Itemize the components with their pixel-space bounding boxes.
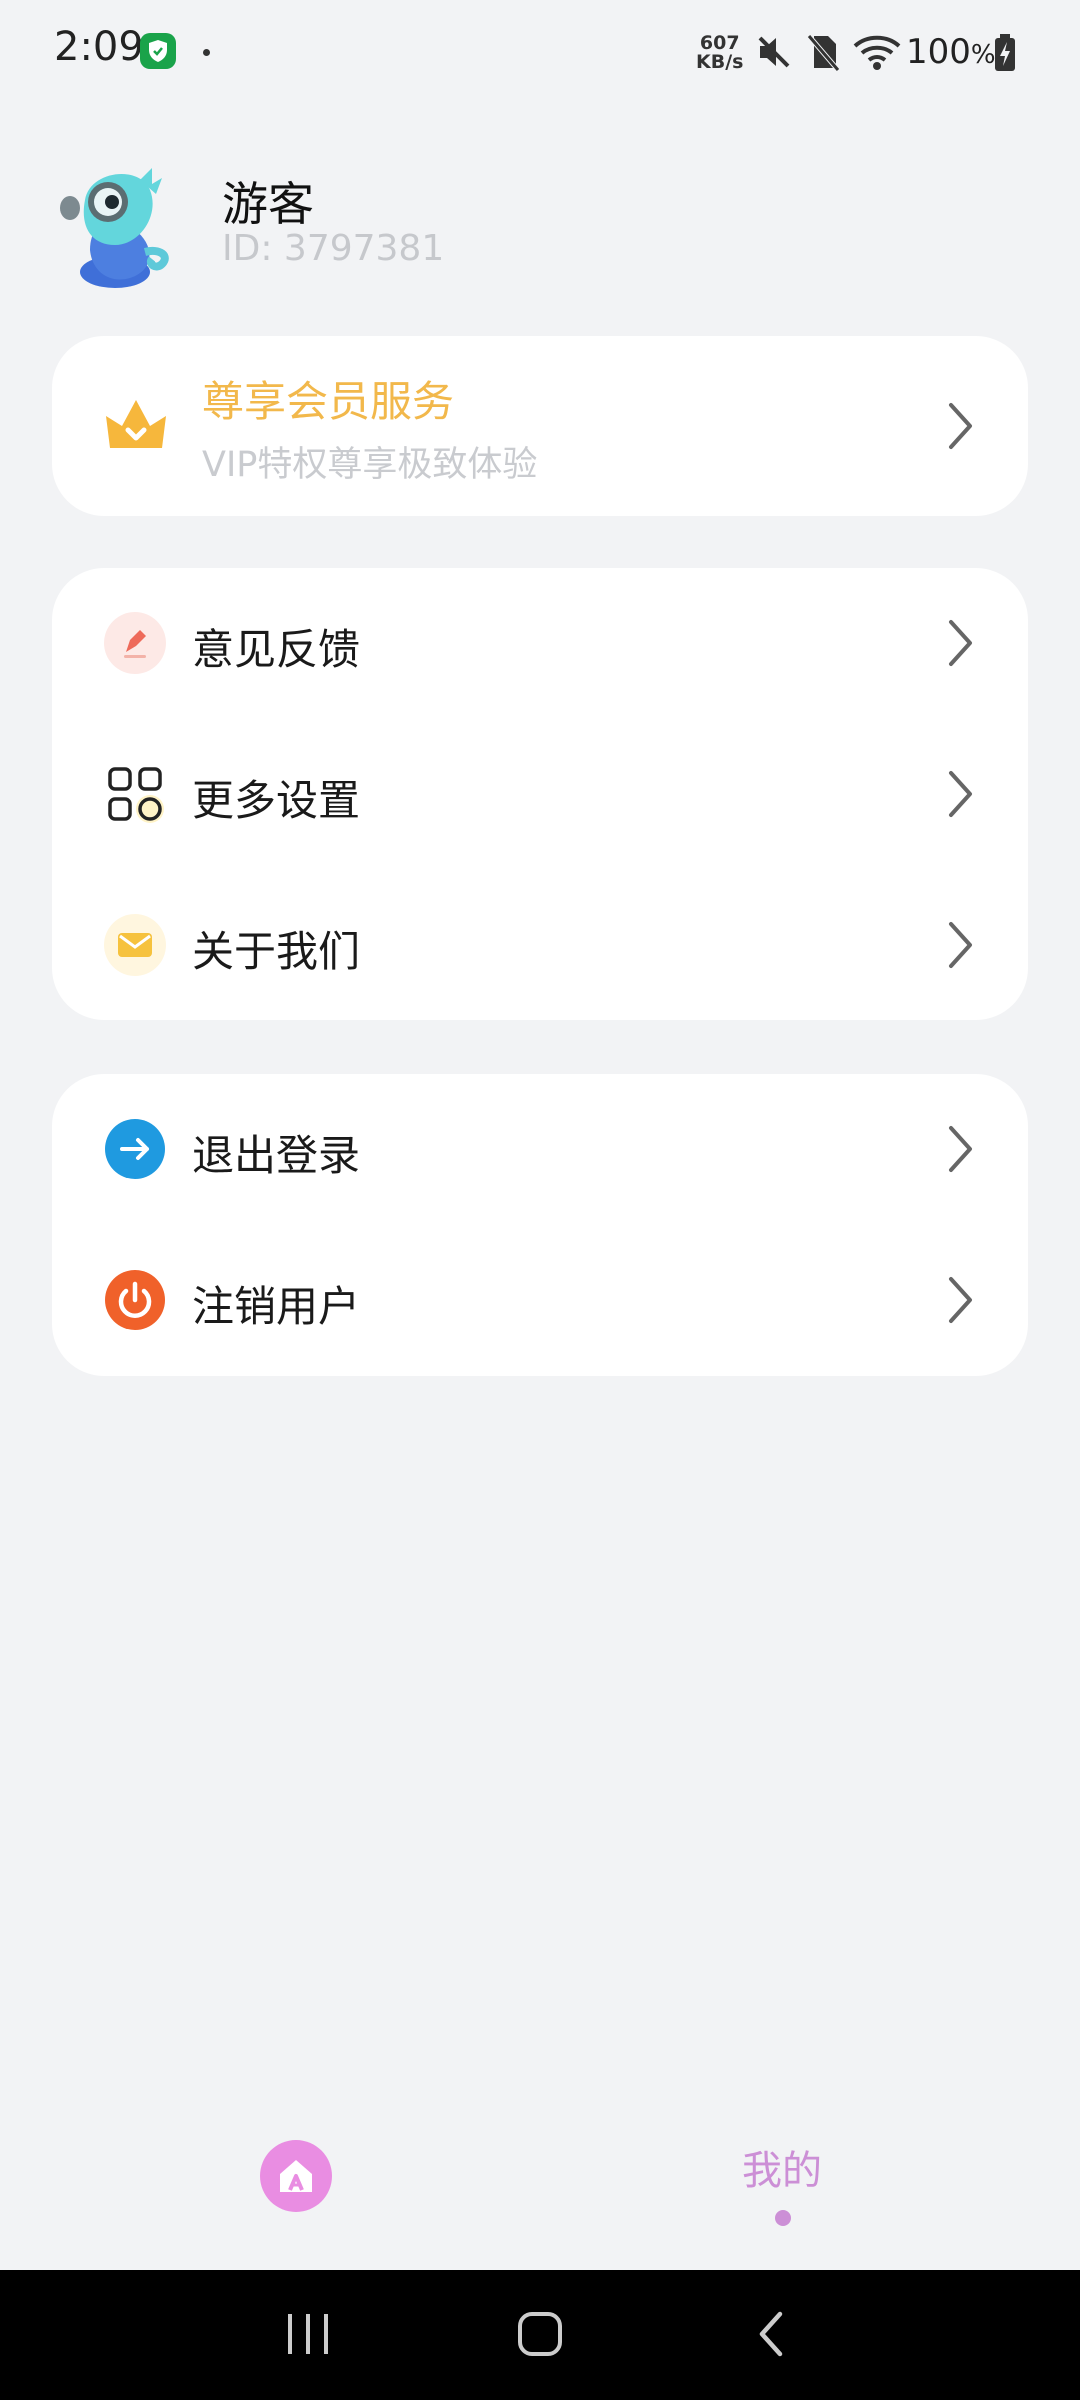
home-icon[interactable]: [516, 2308, 564, 2360]
menu-item-feedback[interactable]: 意见反馈: [52, 568, 1028, 718]
mute-icon: [758, 36, 790, 68]
menu-item-about-us[interactable]: 关于我们: [52, 870, 1028, 1020]
back-icon[interactable]: [752, 2308, 792, 2360]
crown-icon: [106, 400, 166, 448]
vip-membership-card[interactable]: 尊享会员服务 VIP特权尊享极致体验: [52, 336, 1028, 516]
wifi-icon: [853, 35, 901, 70]
no-sim-icon: [807, 34, 840, 72]
feedback-icon: [104, 612, 166, 674]
menu-item-delete-account[interactable]: 注销用户: [52, 1225, 1028, 1375]
menu-item-label: 关于我们: [192, 927, 361, 976]
menu-item-label: 退出登录: [192, 1131, 361, 1180]
status-bar: 2:09 607 KB/s 100%: [0, 0, 1080, 104]
menu-item-more-settings[interactable]: 更多设置: [52, 719, 1028, 869]
system-nav-bar: [0, 2270, 1080, 2400]
menu-item-label: 更多设置: [192, 776, 361, 825]
battery-percent: 100%: [906, 32, 996, 72]
battery-charging-icon: [995, 34, 1015, 71]
username: 游客: [222, 177, 314, 231]
power-icon: [104, 1269, 166, 1331]
status-time: 2:09: [54, 24, 144, 70]
avatar[interactable]: [60, 160, 180, 290]
chevron-right-icon: [949, 1126, 972, 1172]
home-tab-icon[interactable]: [260, 2140, 332, 2212]
chevron-right-icon: [949, 771, 972, 817]
user-id: ID: 3797381: [222, 228, 445, 269]
bottom-nav: 我的: [0, 2120, 1080, 2270]
network-speed: 607 KB/s: [696, 32, 744, 73]
tab-mine[interactable]: 我的: [742, 2138, 822, 2196]
recent-apps-icon[interactable]: [284, 2308, 332, 2360]
chevron-right-icon: [949, 1277, 972, 1323]
menu-item-label: 注销用户: [192, 1282, 361, 1331]
menu-item-label: 意见反馈: [192, 625, 361, 674]
chevron-right-icon: [949, 922, 972, 968]
account-card: 退出登录 注销用户: [52, 1074, 1028, 1376]
grid-settings-icon: [104, 763, 166, 825]
menu-item-logout[interactable]: 退出登录: [52, 1074, 1028, 1224]
logout-arrow-icon: [104, 1118, 166, 1180]
chevron-right-icon: [949, 620, 972, 666]
shield-icon: [140, 33, 176, 69]
menu-card: 意见反馈 更多设置 关于我们: [52, 568, 1028, 1020]
vip-subtitle: VIP特权尊享极致体验: [202, 445, 538, 485]
notification-dot: [203, 49, 210, 56]
mail-icon: [104, 914, 166, 976]
vip-title: 尊享会员服务: [202, 377, 455, 426]
chevron-right-icon: [949, 403, 972, 449]
active-tab-indicator: [775, 2210, 791, 2226]
